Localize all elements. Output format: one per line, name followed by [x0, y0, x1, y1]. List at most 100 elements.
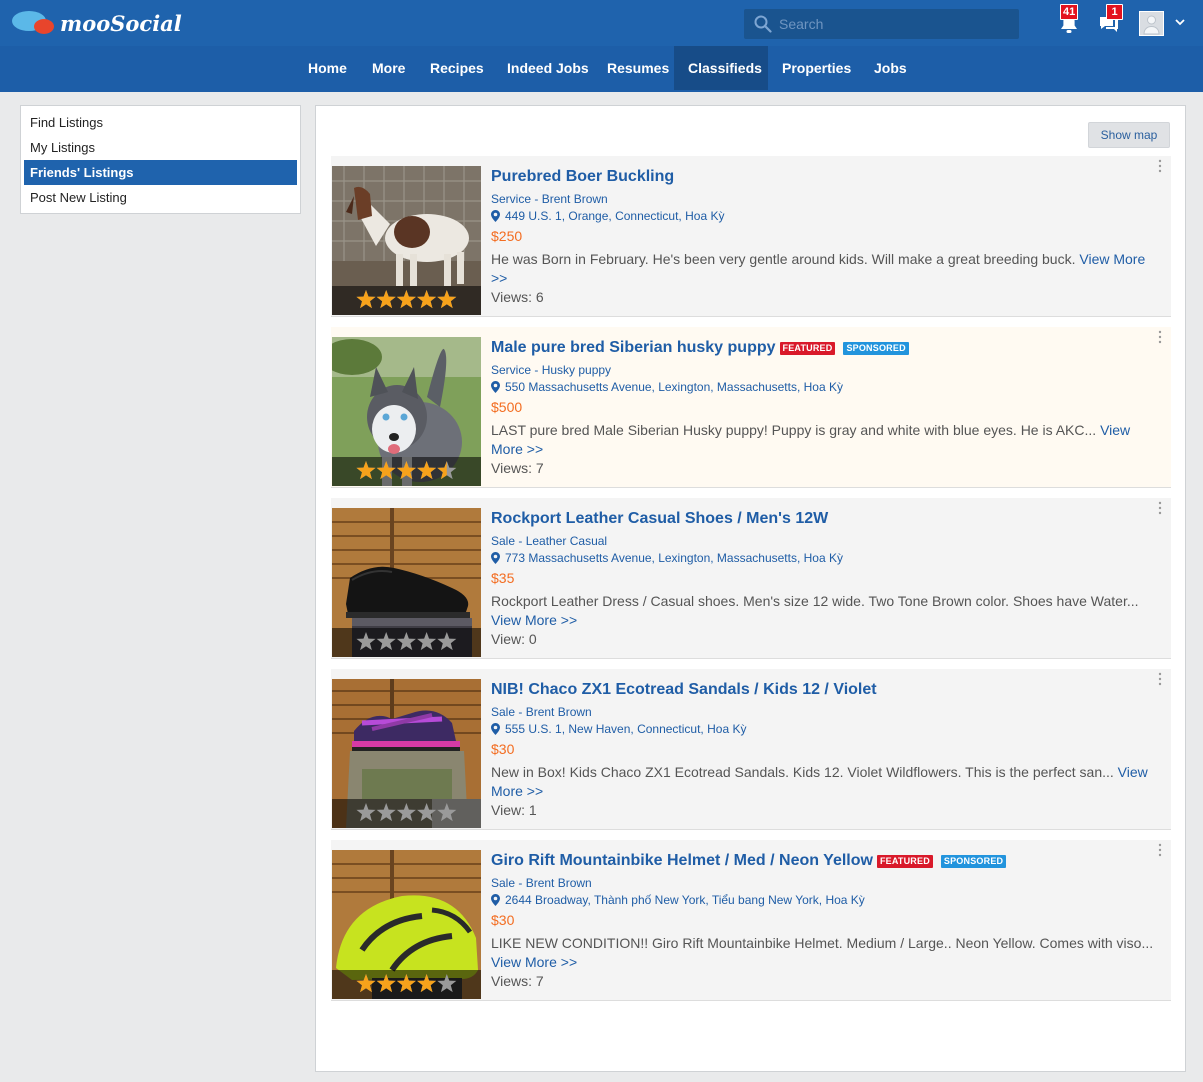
nav-more[interactable]: More	[358, 46, 416, 90]
listing-title[interactable]: Purebred Boer Buckling	[491, 168, 674, 186]
star-empty-icon	[437, 803, 457, 822]
star-filled-icon	[376, 461, 396, 480]
view-more-link[interactable]: View More >>	[491, 612, 577, 628]
listing-address[interactable]: 555 U.S. 1, New Haven, Connecticut, Hoa …	[491, 720, 1163, 738]
listing-address[interactable]: 773 Massachusetts Avenue, Lexington, Mas…	[491, 549, 1163, 567]
listing-meta: Sale - Leather Casual	[491, 533, 1163, 549]
listing-thumbnail[interactable]	[332, 850, 481, 999]
listing-thumbnail[interactable]	[332, 679, 481, 828]
sidebar-item-friends-listings[interactable]: Friends' Listings	[24, 160, 297, 185]
sponsored-badge: SPONSORED	[940, 854, 1007, 868]
listing-author[interactable]: Brent Brown	[542, 192, 608, 206]
listing-meta: Service - Husky puppy	[491, 362, 1163, 378]
nav-jobs[interactable]: Jobs	[860, 46, 917, 90]
star-filled-icon	[376, 974, 396, 993]
nav-recipes[interactable]: Recipes	[416, 46, 493, 90]
sidebar-item-my-listings[interactable]: My Listings	[24, 135, 297, 160]
listing-description: He was Born in February. He's been very …	[491, 250, 1163, 288]
listing-address[interactable]: 550 Massachusetts Avenue, Lexington, Mas…	[491, 378, 1163, 396]
nav-indeed-jobs[interactable]: Indeed Jobs	[493, 46, 593, 90]
meta-separator: -	[515, 534, 526, 548]
app-logo[interactable]: mooSocial	[12, 9, 182, 37]
meta-separator: -	[531, 192, 542, 206]
nav-classifieds[interactable]: Classifieds	[674, 46, 768, 90]
star-rating	[332, 799, 481, 828]
description-text: Rockport Leather Dress / Casual shoes. M…	[491, 593, 1139, 609]
nav-home[interactable]: Home	[294, 46, 358, 90]
listing-description: Rockport Leather Dress / Casual shoes. M…	[491, 592, 1163, 630]
listing-address-text: 773 Massachusetts Avenue, Lexington, Mas…	[505, 551, 843, 565]
listing-item: Purebred Boer Buckling Service - Brent B…	[331, 156, 1171, 317]
location-pin-icon	[491, 723, 500, 735]
featured-badge: FEATURED	[779, 341, 836, 355]
listing-views: View: 1	[491, 802, 537, 818]
listing-address-text: 449 U.S. 1, Orange, Connecticut, Hoa Kỳ	[505, 209, 725, 223]
listing-meta: Sale - Brent Brown	[491, 704, 1163, 720]
listing-address[interactable]: 449 U.S. 1, Orange, Connecticut, Hoa Kỳ	[491, 207, 1163, 225]
listing-address[interactable]: 2644 Broadway, Thành phố New York, Tiểu …	[491, 891, 1163, 909]
listing-item: Rockport Leather Casual Shoes / Men's 12…	[331, 498, 1171, 659]
listing-address-text: 550 Massachusetts Avenue, Lexington, Mas…	[505, 380, 843, 394]
listing-price: $30	[491, 741, 515, 757]
listing-category[interactable]: Service	[491, 363, 531, 377]
nav-resumes[interactable]: Resumes	[593, 46, 676, 90]
logo-bubbles-icon	[12, 9, 58, 37]
listing-author[interactable]: Leather Casual	[526, 534, 607, 548]
listing-thumbnail[interactable]	[332, 508, 481, 657]
listing-item: Male pure bred Siberian husky puppy FEAT…	[331, 327, 1171, 488]
listing-meta: Service - Brent Brown	[491, 191, 1163, 207]
listing-category[interactable]: Sale	[491, 705, 515, 719]
star-empty-icon	[356, 803, 376, 822]
star-rating	[332, 457, 481, 486]
sidebar-item-find-listings[interactable]: Find Listings	[24, 110, 297, 135]
listing-title[interactable]: Male pure bred Siberian husky puppy	[491, 339, 776, 357]
star-filled-icon	[417, 974, 437, 993]
avatar[interactable]	[1139, 11, 1164, 36]
description-text: New in Box! Kids Chaco ZX1 Ecotread Sand…	[491, 764, 1114, 780]
listing-item: NIB! Chaco ZX1 Ecotread Sandals / Kids 1…	[331, 669, 1171, 830]
location-pin-icon	[491, 552, 500, 564]
listing-thumbnail[interactable]	[332, 166, 481, 315]
star-empty-icon	[396, 803, 416, 822]
listing-category[interactable]: Sale	[491, 876, 515, 890]
top-bar: mooSocial 41 1	[0, 0, 1203, 46]
star-filled-icon	[417, 461, 437, 480]
listing-author[interactable]: Brent Brown	[526, 705, 592, 719]
star-filled-icon	[356, 461, 376, 480]
location-pin-icon	[491, 894, 500, 906]
listing-description: LAST pure bred Male Siberian Husky puppy…	[491, 421, 1163, 459]
star-empty-icon	[437, 632, 457, 651]
app-name: mooSocial	[60, 10, 182, 36]
star-filled-icon	[417, 290, 437, 309]
show-map-button[interactable]: Show map	[1088, 122, 1170, 148]
chevron-down-icon[interactable]	[1174, 17, 1186, 27]
sponsored-badge: SPONSORED	[843, 341, 909, 355]
listing-category[interactable]: Service	[491, 192, 531, 206]
listing-item: Giro Rift Mountainbike Helmet / Med / Ne…	[331, 840, 1171, 1001]
listing-title[interactable]: NIB! Chaco ZX1 Ecotread Sandals / Kids 1…	[491, 681, 877, 699]
listing-address-text: 2644 Broadway, Thành phố New York, Tiểu …	[505, 893, 865, 907]
listing-author[interactable]: Husky puppy	[542, 363, 611, 377]
nav-properties[interactable]: Properties	[768, 46, 860, 90]
listing-author[interactable]: Brent Brown	[526, 876, 592, 890]
listing-price: $35	[491, 570, 515, 586]
meta-separator: -	[515, 705, 526, 719]
star-empty-icon	[376, 803, 396, 822]
listing-views: Views: 6	[491, 289, 544, 305]
listing-thumbnail[interactable]	[332, 337, 481, 486]
search-box[interactable]	[744, 9, 1019, 39]
listing-category[interactable]: Sale	[491, 534, 515, 548]
listing-views: View: 0	[491, 631, 537, 647]
listing-title[interactable]: Rockport Leather Casual Shoes / Men's 12…	[491, 510, 828, 528]
search-icon	[754, 15, 772, 33]
star-filled-icon	[437, 290, 457, 309]
description-text: LAST pure bred Male Siberian Husky puppy…	[491, 422, 1097, 438]
listing-price: $250	[491, 228, 523, 244]
sidebar-item-post-new-listing[interactable]: Post New Listing	[24, 185, 297, 210]
search-input[interactable]	[779, 14, 1009, 34]
view-more-link[interactable]: View More >>	[491, 954, 577, 970]
meta-separator: -	[531, 363, 542, 377]
star-filled-icon	[396, 290, 416, 309]
star-filled-icon	[356, 974, 376, 993]
listing-title[interactable]: Giro Rift Mountainbike Helmet / Med / Ne…	[491, 852, 873, 870]
